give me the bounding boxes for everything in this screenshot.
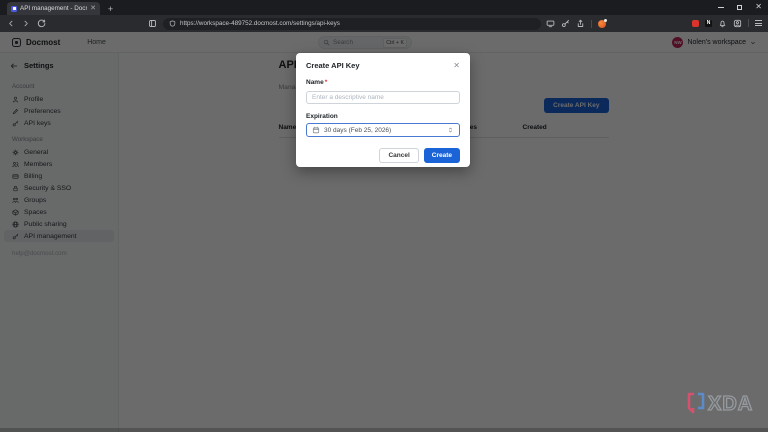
tab-close-icon[interactable]: ✕ [90,5,96,12]
xda-bracket-left-icon [689,394,694,412]
browser-tab[interactable]: API management - Docmost ✕ [7,2,100,15]
notifications-bell-icon[interactable] [718,19,727,28]
menu-icon[interactable] [755,20,762,26]
share-icon[interactable] [576,19,585,28]
cancel-button[interactable]: Cancel [379,148,418,163]
extension-red-icon[interactable] [692,20,699,27]
browser-nav-bar: https://workspace-489752.docmost.com/set… [0,15,768,32]
browser-tab-bar: API management - Docmost ✕ + ✕ [0,0,768,15]
create-button[interactable]: Create [424,148,460,163]
docmost-favicon-icon [11,6,17,12]
extension-n-icon[interactable]: N [705,20,712,27]
back-button[interactable] [7,19,15,28]
name-label: Name* [306,79,460,86]
password-key-icon[interactable] [561,19,570,28]
extension-icon[interactable] [598,20,606,28]
browser-profile-icon[interactable] [733,19,742,28]
expiration-select[interactable]: 30 days (Feb 25, 2026) [306,123,460,137]
sidebar-toggle-icon[interactable] [148,19,157,28]
forward-button[interactable] [22,19,30,28]
required-asterisk: * [325,79,328,86]
tracking-shield-icon[interactable] [169,20,176,27]
name-field[interactable] [306,91,460,104]
xda-bracket-right-icon [698,394,703,408]
close-icon[interactable]: ✕ [453,62,460,70]
chevron-updown-icon [447,126,454,134]
toolbar-divider [591,20,592,28]
modal-title: Create API Key [306,61,360,70]
new-tab-button[interactable]: + [104,2,117,15]
window-close-button[interactable]: ✕ [755,3,762,11]
screen-share-icon[interactable] [546,19,555,28]
window-minimize-button[interactable] [718,7,724,8]
url-text: https://workspace-489752.docmost.com/set… [180,20,340,27]
expiration-label: Expiration [306,113,460,120]
bottom-edge [0,428,768,432]
toolbar-divider [748,19,749,27]
calendar-icon [312,126,320,134]
xda-watermark: XDA [684,389,760,422]
expiration-value: 30 days (Feb 25, 2026) [324,127,443,134]
create-api-key-modal: Create API Key ✕ Name* Expiration 30 day… [296,53,470,167]
xda-letters: XDA [708,393,753,415]
address-bar[interactable]: https://workspace-489752.docmost.com/set… [163,18,541,30]
tab-title: API management - Docmost [20,5,87,12]
reload-button[interactable] [37,19,46,28]
window-maximize-button[interactable] [737,5,742,10]
